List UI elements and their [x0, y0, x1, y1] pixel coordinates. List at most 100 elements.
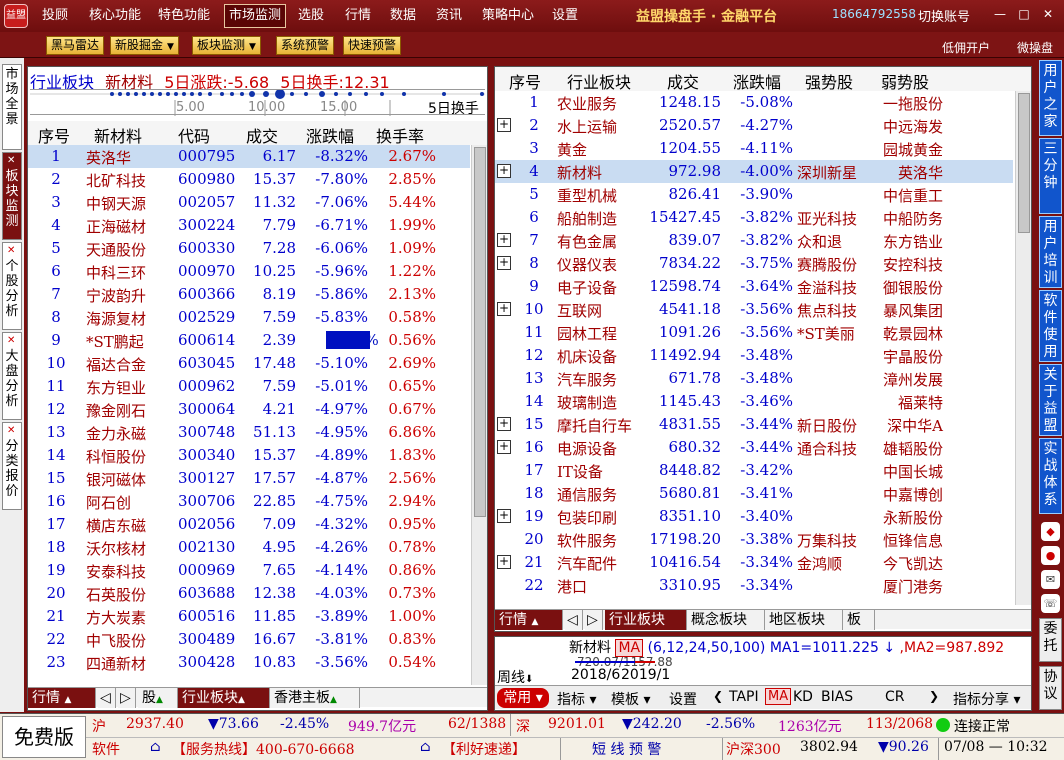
minimize-icon[interactable]: —	[992, 6, 1008, 22]
table-row[interactable]: 14 玻璃制造 1145.43 -3.46% 福莱特	[495, 390, 1013, 413]
table-row[interactable]: 11 园林工程 1091.26 -3.56% *ST美丽 乾景园林	[495, 321, 1013, 344]
menu-news[interactable]: 资讯	[436, 6, 462, 26]
good-news-link[interactable]: 【利好速递】	[442, 739, 526, 759]
table-row[interactable]: 4 正海磁材 300224 7.79 -6.71% 1.99%	[28, 214, 470, 237]
period-selector[interactable]: 周线⬇	[497, 667, 533, 687]
table-row[interactable]: 17 IT设备 8448.82 -3.42% 中国长城	[495, 459, 1013, 482]
indicator-bias[interactable]: BIAS	[821, 689, 853, 705]
table-row[interactable]: +7 有色金属 839.07 -3.82% 众和退 东方锆业	[495, 229, 1013, 252]
table-row[interactable]: 13 汽车服务 671.78 -3.48% 漳州发展	[495, 367, 1013, 390]
tab-category-quotes[interactable]: ✕ 分类报价	[2, 422, 22, 510]
gift-icon[interactable]: ◆	[1041, 522, 1060, 541]
column-header[interactable]: 涨跌幅	[306, 123, 354, 147]
table-row[interactable]: +15 摩托自行车 4831.55 -3.44% 新日股份 深中华A	[495, 413, 1013, 436]
expand-icon[interactable]: +	[497, 233, 511, 247]
sector-monitor-button[interactable]: 板块监测 ▼	[192, 36, 261, 55]
scroll-right-icon[interactable]: ❯	[929, 689, 939, 703]
table-row[interactable]: +2 水上运输 2520.57 -4.27% 中远海发	[495, 114, 1013, 137]
scrollbar-thumb[interactable]	[474, 147, 486, 517]
close-tab-icon[interactable]: ✕	[7, 245, 15, 257]
mail-icon[interactable]: ✉	[1041, 570, 1060, 589]
quick-alert-button[interactable]: 快速预警	[343, 36, 402, 55]
close-tab-icon[interactable]: ✕	[7, 335, 15, 347]
tab-prev-icon[interactable]: ◁	[98, 688, 116, 708]
template-dropdown[interactable]: 模板 ▾	[611, 689, 650, 709]
link-combat-system[interactable]: 实战体系	[1039, 438, 1062, 514]
tab-market-analysis[interactable]: ✕ 大盘分析	[2, 332, 22, 420]
tab-quotes[interactable]: 行情 ▲	[495, 610, 563, 630]
table-row[interactable]: 20 软件服务 17198.20 -3.38% 万集科技 恒锋信息	[495, 528, 1013, 551]
entrust-button[interactable]: 委托	[1039, 618, 1062, 662]
table-row[interactable]: 15 银河磁体 300127 17.57 -4.87% 2.56%	[28, 467, 470, 490]
table-row[interactable]: 22 港口 3310.95 -3.34% 厦门港务	[495, 574, 1013, 597]
table-row[interactable]: 5 重型机械 826.41 -3.90% 中信重工	[495, 183, 1013, 206]
close-icon[interactable]: ✕	[1040, 6, 1056, 22]
table-row[interactable]: 3 黄金 1204.55 -4.11% 园城黄金	[495, 137, 1013, 160]
table-row[interactable]: +16 电源设备 680.32 -3.44% 通合科技 雄韬股份	[495, 436, 1013, 459]
menu-strategy-center[interactable]: 策略中心	[482, 6, 534, 26]
column-header[interactable]: 涨跌幅	[733, 69, 781, 93]
column-header[interactable]: 强势股	[805, 69, 853, 93]
table-row[interactable]: +4 新材料 972.98 -4.00% 深圳新星 英洛华	[495, 160, 1013, 183]
home-icon[interactable]: ⌂	[420, 739, 431, 755]
tab-stock[interactable]: 股▲	[138, 688, 178, 708]
menu-settings[interactable]: 设置	[552, 6, 578, 26]
tab-industry-sector[interactable]: 行业板块	[605, 610, 687, 630]
link-user-training[interactable]: 用户培训	[1039, 216, 1062, 288]
tab-next-icon[interactable]: ▷	[585, 610, 603, 630]
expand-icon[interactable]: +	[497, 118, 511, 132]
tab-region-sector[interactable]: 地区板块	[765, 610, 843, 630]
table-row[interactable]: 8 海源复材 002529 7.59 -5.83% 0.58%	[28, 306, 470, 329]
table-row[interactable]: 12 豫金刚石 300064 4.21 -4.97% 0.67%	[28, 398, 470, 421]
tab-industry-sector[interactable]: 行业板块▲	[178, 688, 270, 708]
column-header[interactable]: 序号	[509, 69, 541, 93]
table-row[interactable]: 11 东方钽业 000962 7.59 -5.01% 0.65%	[28, 375, 470, 398]
menu-data[interactable]: 数据	[390, 6, 416, 26]
indicator-ma[interactable]: MA	[765, 688, 792, 705]
tab-sector-monitor[interactable]: ✕ 板块监测	[2, 152, 22, 240]
indicator-dropdown[interactable]: 指标 ▾	[557, 689, 596, 709]
link-three-minutes[interactable]: 三分钟	[1039, 138, 1062, 214]
table-row[interactable]: 1 英洛华 000795 6.17 -8.32% 2.67%	[28, 145, 470, 168]
switch-account-link[interactable]: 切换账号	[918, 6, 970, 25]
tab-more-sector[interactable]: 板	[843, 610, 875, 630]
message-icon[interactable]: ●	[1041, 546, 1060, 565]
indicator-kd[interactable]: KD	[793, 689, 813, 705]
table-row[interactable]: 3 中钢天源 002057 11.32 -7.06% 5.44%	[28, 191, 470, 214]
dark-horse-radar-button[interactable]: 黑马雷达	[46, 36, 105, 55]
expand-icon[interactable]: +	[497, 302, 511, 316]
menu-core-functions[interactable]: 核心功能	[89, 6, 141, 26]
tab-market-overview[interactable]: 市场全景	[2, 64, 22, 150]
tab-quotes[interactable]: 行情 ▲	[28, 688, 96, 708]
table-row[interactable]: 5 天通股份 600330 7.28 -6.06% 1.09%	[28, 237, 470, 260]
table-row[interactable]: 21 方大炭素 600516 11.85 -3.89% 1.00%	[28, 605, 470, 628]
column-header[interactable]: 换手率	[376, 123, 424, 147]
close-tab-icon[interactable]: ✕	[7, 155, 15, 167]
service-hotline[interactable]: 【服务热线】400-670-6668	[172, 739, 355, 759]
table-row[interactable]: 19 安泰科技 000969 7.65 -4.14% 0.86%	[28, 559, 470, 582]
tab-next-icon[interactable]: ▷	[118, 688, 136, 708]
system-alert-button[interactable]: 系统预警	[276, 36, 335, 55]
expand-icon[interactable]: +	[497, 440, 511, 454]
column-header[interactable]: 成交	[246, 123, 278, 147]
tab-stock-analysis[interactable]: ✕ 个股分析	[2, 242, 22, 330]
scrollbar[interactable]	[471, 145, 487, 685]
home-icon[interactable]: ⌂	[150, 739, 161, 755]
table-row[interactable]: 7 宁波韵升 600366 8.19 -5.86% 2.13%	[28, 283, 470, 306]
indicator-share-dropdown[interactable]: 指标分享 ▾	[953, 689, 1020, 709]
table-row[interactable]: 9 *ST鹏起 600614 2.39 -5.14% 0.56%	[28, 329, 470, 352]
table-row[interactable]: 12 机床设备 11492.94 -3.48% 宇晶股份	[495, 344, 1013, 367]
column-header[interactable]: 新材料	[94, 123, 142, 147]
table-row[interactable]: 10 福达合金 603045 17.48 -5.10% 2.69%	[28, 352, 470, 375]
table-row[interactable]: 6 船舶制造 15427.45 -3.82% 亚光科技 中船防务	[495, 206, 1013, 229]
agreement-button[interactable]: 协议	[1039, 666, 1062, 710]
menu-stock-selection[interactable]: 选股	[298, 6, 324, 26]
tab-concept-sector[interactable]: 概念板块	[687, 610, 765, 630]
table-row[interactable]: 18 通信服务 5680.81 -3.41% 中嘉博创	[495, 482, 1013, 505]
table-row[interactable]: 18 沃尔核材 002130 4.95 -4.26% 0.78%	[28, 536, 470, 559]
table-row[interactable]: 1 农业服务 1248.15 -5.08% 一拖股份	[495, 91, 1013, 114]
link-user-home[interactable]: 用户之家	[1039, 60, 1062, 136]
phone-icon[interactable]: ☏	[1041, 594, 1060, 613]
column-header[interactable]: 成交	[667, 69, 699, 93]
table-row[interactable]: 2 北矿科技 600980 15.37 -7.80% 2.85%	[28, 168, 470, 191]
